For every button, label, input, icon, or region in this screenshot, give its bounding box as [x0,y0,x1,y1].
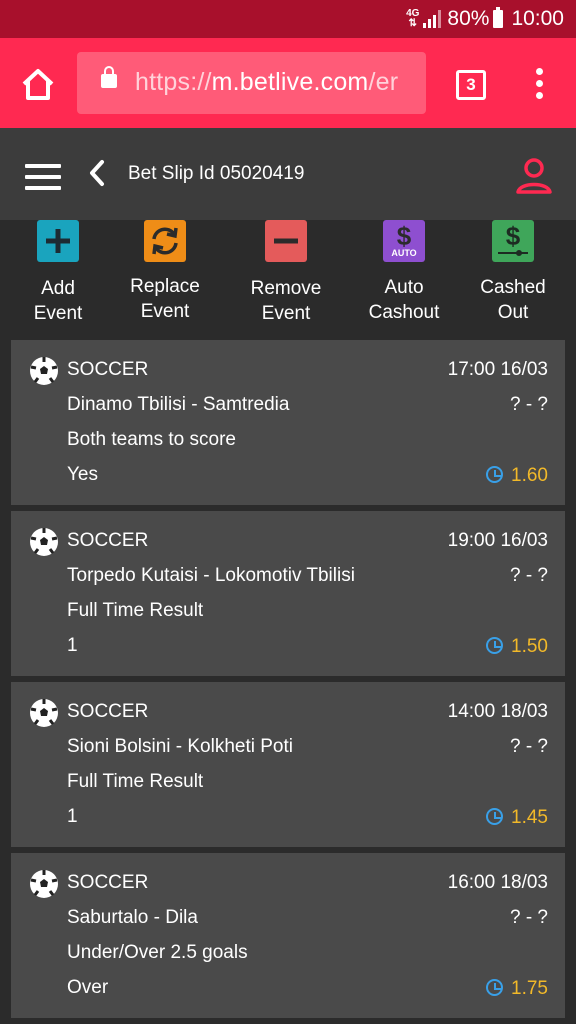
add-event-label-2: Event [33,303,83,324]
auto-cashout-label-1: Auto [384,277,424,298]
tab-switcher-button[interactable]: 3 [456,70,486,100]
match-score: ? - ? [509,736,548,757]
home-icon[interactable] [18,64,58,104]
hamburger-menu-icon[interactable] [25,164,61,197]
clock-icon [486,979,503,996]
remove-event-label-1: Remove [250,278,322,299]
soccer-ball-icon [30,870,58,898]
plus-icon [37,220,79,262]
match-score: ? - ? [509,565,548,586]
bet-odds: 1.45 [511,807,548,828]
page-title: Bet Slip Id 05020419 [128,163,305,184]
bet-card[interactable]: SOCCER 14:00 18/03 Sioni Bolsini - Kolkh… [11,682,565,847]
event-datetime: 14:00 18/03 [447,701,548,722]
bet-odds: 1.60 [511,465,548,486]
remove-event-button[interactable]: Remove Event [242,220,330,326]
bet-card[interactable]: SOCCER 19:00 16/03 Torpedo Kutaisi - Lok… [11,511,565,676]
signal-icon [423,10,442,28]
sport-name: SOCCER [67,530,149,551]
bet-market: Full Time Result [67,600,204,621]
auto-badge: AUTO [391,248,417,258]
user-account-icon[interactable] [514,156,554,196]
clock-icon [486,808,503,825]
dollar-slider-icon: $ [492,220,534,262]
bet-market: Full Time Result [67,771,204,792]
clock-icon [486,637,503,654]
minus-icon [265,220,307,262]
url-scheme: https:// [135,68,212,96]
url-host: m.betlive.com [211,68,369,96]
refresh-icon [144,220,186,262]
url-path: /er [368,68,399,96]
browser-toolbar: https://m.betlive.com/er 3 [0,38,576,128]
bet-selection: Yes [67,464,98,485]
svg-text:$: $ [397,221,412,251]
battery-percent: 80% [447,7,490,30]
replace-event-button[interactable]: Replace Event [122,220,208,324]
overflow-menu-icon[interactable] [534,68,544,102]
match-name: Dinamo Tbilisi - Samtredia [67,394,290,415]
svg-text:$: $ [506,221,521,251]
battery-icon [493,7,504,28]
event-datetime: 16:00 18/03 [447,872,548,893]
network-indicator: 4G ⇅ [406,8,420,29]
back-chevron-icon[interactable] [88,158,106,195]
match-name: Saburtalo - Dila [67,907,198,928]
match-name: Sioni Bolsini - Kolkheti Poti [67,736,293,757]
clock-time: 10:00 [511,7,564,30]
app-header: Bet Slip Id 05020419 [0,128,576,220]
soccer-ball-icon [30,357,58,385]
match-score: ? - ? [509,907,548,928]
remove-event-label-2: Event [261,303,311,324]
sport-name: SOCCER [67,701,149,722]
dollar-auto-icon: $ AUTO [383,220,425,262]
add-event-label-1: Add [41,278,75,299]
url-field[interactable]: https://m.betlive.com/er [77,52,426,114]
bet-card[interactable]: SOCCER 16:00 18/03 Saburtalo - Dila ? - … [11,853,565,1018]
lock-icon [101,66,117,88]
event-datetime: 19:00 16/03 [447,530,548,551]
bet-card[interactable]: SOCCER 17:00 16/03 Dinamo Tbilisi - Samt… [11,340,565,505]
cashed-out-button[interactable]: $ Cashed Out [472,220,554,325]
bet-odds: 1.75 [511,978,548,999]
match-name: Torpedo Kutaisi - Lokomotiv Tbilisi [67,565,355,586]
add-event-button[interactable]: Add Event [22,220,94,326]
soccer-ball-icon [30,699,58,727]
auto-cashout-label-2: Cashout [368,302,440,323]
soccer-ball-icon [30,528,58,556]
event-datetime: 17:00 16/03 [447,359,548,380]
bet-selection: 1 [67,806,78,827]
bet-selection: Over [67,977,109,998]
sport-name: SOCCER [67,359,149,380]
bet-odds: 1.50 [511,636,548,657]
bet-market: Under/Over 2.5 goals [67,942,248,963]
auto-cashout-button[interactable]: $ AUTO Auto Cashout [362,220,446,325]
bet-market: Both teams to score [67,429,236,450]
network-type: 4G [406,8,420,19]
cashed-out-label-1: Cashed [480,277,546,298]
replace-event-label-2: Event [140,301,190,322]
bet-selection: 1 [67,635,78,656]
clock-icon [486,466,503,483]
url-text[interactable]: https://m.betlive.com/er [135,68,398,97]
status-bar: 4G ⇅ 80% 10:00 [0,0,576,38]
match-score: ? - ? [509,394,548,415]
bet-actions-toolbar: Add Event Replace Event Remove Event $ AUTO… [0,220,576,339]
cashed-out-label-2: Out [497,302,529,323]
sport-name: SOCCER [67,872,149,893]
replace-event-label-1: Replace [130,276,200,297]
